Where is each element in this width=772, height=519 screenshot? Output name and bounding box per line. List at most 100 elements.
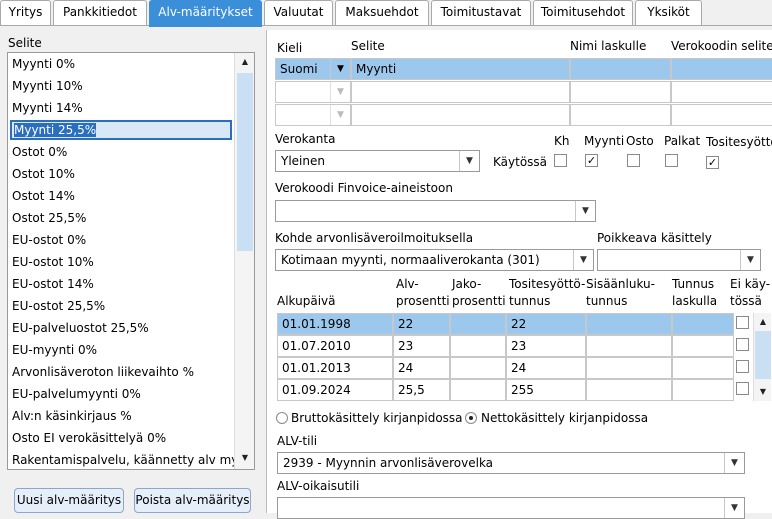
list-item[interactable]: EU-palveluostot 25,5%: [12, 318, 234, 338]
tab-yksikot[interactable]: Yksiköt: [635, 0, 702, 25]
verokoodin-selite-field[interactable]: [671, 81, 772, 103]
nimi-laskulle-field[interactable]: [570, 104, 671, 126]
list-item-selected[interactable]: Myynti 25,5%: [10, 120, 232, 140]
chevron-down-icon[interactable]: ▼: [575, 201, 595, 221]
list-item[interactable]: Rakentamispalvelu, käännetty alv myy: [12, 450, 234, 469]
tab-valuutat[interactable]: Valuutat: [264, 0, 333, 25]
scroll-down-icon[interactable]: ▼: [755, 385, 771, 399]
brutto-radio[interactable]: [276, 412, 288, 424]
verokoodin-selite-field[interactable]: [671, 58, 772, 80]
tab-alv-maaritykset[interactable]: Alv-määritykset: [149, 0, 262, 27]
list-item[interactable]: Myynti 14%: [12, 98, 234, 118]
rate-sisaanluku[interactable]: [586, 335, 672, 357]
rate-jako[interactable]: [450, 335, 506, 357]
rates-scrollbar[interactable]: ▲ ▼: [753, 313, 771, 401]
scroll-thumb[interactable]: [755, 331, 771, 379]
tab-toimitusehdot[interactable]: Toimitusehdot: [533, 0, 633, 25]
rate-tositesyotto[interactable]: 24: [506, 357, 586, 379]
delete-vat-definition-button[interactable]: Poista alv-määritys: [134, 488, 251, 513]
rate-jako[interactable]: [450, 379, 506, 401]
list-item[interactable]: EU-ostot 25,5%: [12, 296, 234, 316]
alvoikaisutili-select[interactable]: ▼: [277, 497, 745, 519]
chevron-down-icon[interactable]: ▼: [724, 453, 744, 473]
list-item[interactable]: Myynti 10%: [12, 76, 234, 96]
rate-jako[interactable]: [450, 357, 506, 379]
list-item[interactable]: Myynti 0%: [12, 54, 234, 74]
rate-date[interactable]: 01.01.2013: [277, 357, 393, 379]
list-scrollbar[interactable]: ▲ ▼: [234, 53, 254, 469]
list-item[interactable]: EU-palvelumyynti 0%: [12, 384, 234, 404]
chevron-down-icon[interactable]: ▼: [330, 59, 350, 79]
rate-sisaanluku[interactable]: [586, 379, 672, 401]
list-item[interactable]: Ostot 0%: [12, 142, 234, 162]
rate-tositesyotto[interactable]: 23: [506, 335, 586, 357]
add-vat-definition-button[interactable]: Uusi alv-määritys: [14, 488, 124, 513]
list-item[interactable]: Ostot 14%: [12, 186, 234, 206]
chevron-down-icon[interactable]: ▼: [330, 82, 350, 102]
list-item[interactable]: Alv:n käsinkirjaus %: [12, 406, 234, 426]
language-select[interactable]: ▼: [275, 81, 351, 103]
ei-kaytossa-checkbox[interactable]: [736, 338, 749, 351]
rate-sisaanluku[interactable]: [586, 313, 672, 335]
verokoodin-selite-field[interactable]: [671, 104, 772, 126]
kohde-select[interactable]: Kotimaan myynti, normaaliverokanta (301)…: [275, 249, 594, 271]
list-item[interactable]: EU-ostot 0%: [12, 230, 234, 250]
myynti-checkbox[interactable]: ✓: [585, 154, 598, 167]
rate-tunnus[interactable]: [672, 379, 734, 401]
tositesyotto-checkbox[interactable]: ✓: [706, 156, 719, 169]
list-item[interactable]: EU-myynti 0%: [12, 340, 234, 360]
rate-date[interactable]: 01.01.1998: [277, 313, 393, 335]
poikkeava-select[interactable]: ▼: [597, 249, 761, 271]
nimi-laskulle-field[interactable]: [570, 81, 671, 103]
tab-maksuehdot[interactable]: Maksuehdot: [335, 0, 429, 25]
tab-toimitustavat[interactable]: Toimitustavat: [431, 0, 531, 25]
list-item[interactable]: Osto EI verokäsittelyä 0%: [12, 428, 234, 448]
language-select[interactable]: Suomi ▼: [275, 58, 351, 80]
rate-alv[interactable]: 25,5: [393, 379, 450, 401]
list-item[interactable]: EU-ostot 10%: [12, 252, 234, 272]
rate-jako[interactable]: [450, 313, 506, 335]
rate-alv[interactable]: 23: [393, 335, 450, 357]
chevron-down-icon[interactable]: ▼: [724, 498, 744, 518]
list-item[interactable]: Arvonlisäveroton liikevaihto %: [12, 362, 234, 382]
scroll-down-icon[interactable]: ▼: [237, 451, 253, 465]
scroll-up-icon[interactable]: ▲: [237, 55, 253, 69]
vat-definition-list[interactable]: Myynti 0% Myynti 10% Myynti 14% Myynti 2…: [7, 52, 255, 470]
alvtili-select[interactable]: 2939 - Myynnin arvonlisäverovelka ▼: [277, 452, 745, 474]
finvoice-select[interactable]: ▼: [275, 200, 596, 222]
list-item[interactable]: Ostot 10%: [12, 164, 234, 184]
rate-tositesyotto[interactable]: 255: [506, 379, 586, 401]
scroll-up-icon[interactable]: ▲: [755, 315, 771, 329]
language-select[interactable]: ▼: [275, 104, 351, 126]
osto-checkbox[interactable]: [627, 154, 640, 167]
ei-kaytossa-checkbox[interactable]: [736, 382, 749, 395]
chevron-down-icon[interactable]: ▼: [459, 151, 479, 171]
rate-alv[interactable]: 24: [393, 357, 450, 379]
rate-date[interactable]: 01.07.2010: [277, 335, 393, 357]
rate-sisaanluku[interactable]: [586, 357, 672, 379]
ei-kaytossa-checkbox[interactable]: [736, 360, 749, 373]
tab-yritys[interactable]: Yritys: [0, 0, 51, 25]
rate-date[interactable]: 01.09.2024: [277, 379, 393, 401]
chevron-down-icon[interactable]: ▼: [740, 250, 760, 270]
rate-alv[interactable]: 22: [393, 313, 450, 335]
palkat-checkbox[interactable]: [665, 154, 678, 167]
selite-field[interactable]: [351, 81, 570, 103]
scroll-thumb[interactable]: [237, 73, 253, 251]
kh-checkbox[interactable]: [554, 154, 567, 167]
rate-tositesyotto[interactable]: 22: [506, 313, 586, 335]
netto-radio[interactable]: [465, 412, 477, 424]
nimi-laskulle-field[interactable]: [570, 58, 671, 80]
chevron-down-icon[interactable]: ▼: [573, 250, 593, 270]
chevron-down-icon[interactable]: ▼: [330, 105, 350, 125]
rate-tunnus[interactable]: [672, 335, 734, 357]
rate-tunnus[interactable]: [672, 357, 734, 379]
selite-field[interactable]: [351, 104, 570, 126]
tab-pankkitiedot[interactable]: Pankkitiedot: [53, 0, 147, 25]
ei-kaytossa-checkbox[interactable]: [736, 316, 749, 329]
list-item[interactable]: EU-ostot 14%: [12, 274, 234, 294]
rate-tunnus[interactable]: [672, 313, 734, 335]
selite-field[interactable]: Myynti: [351, 58, 570, 80]
list-item[interactable]: Ostot 25,5%: [12, 208, 234, 228]
verokanta-select[interactable]: Yleinen ▼: [275, 150, 480, 172]
